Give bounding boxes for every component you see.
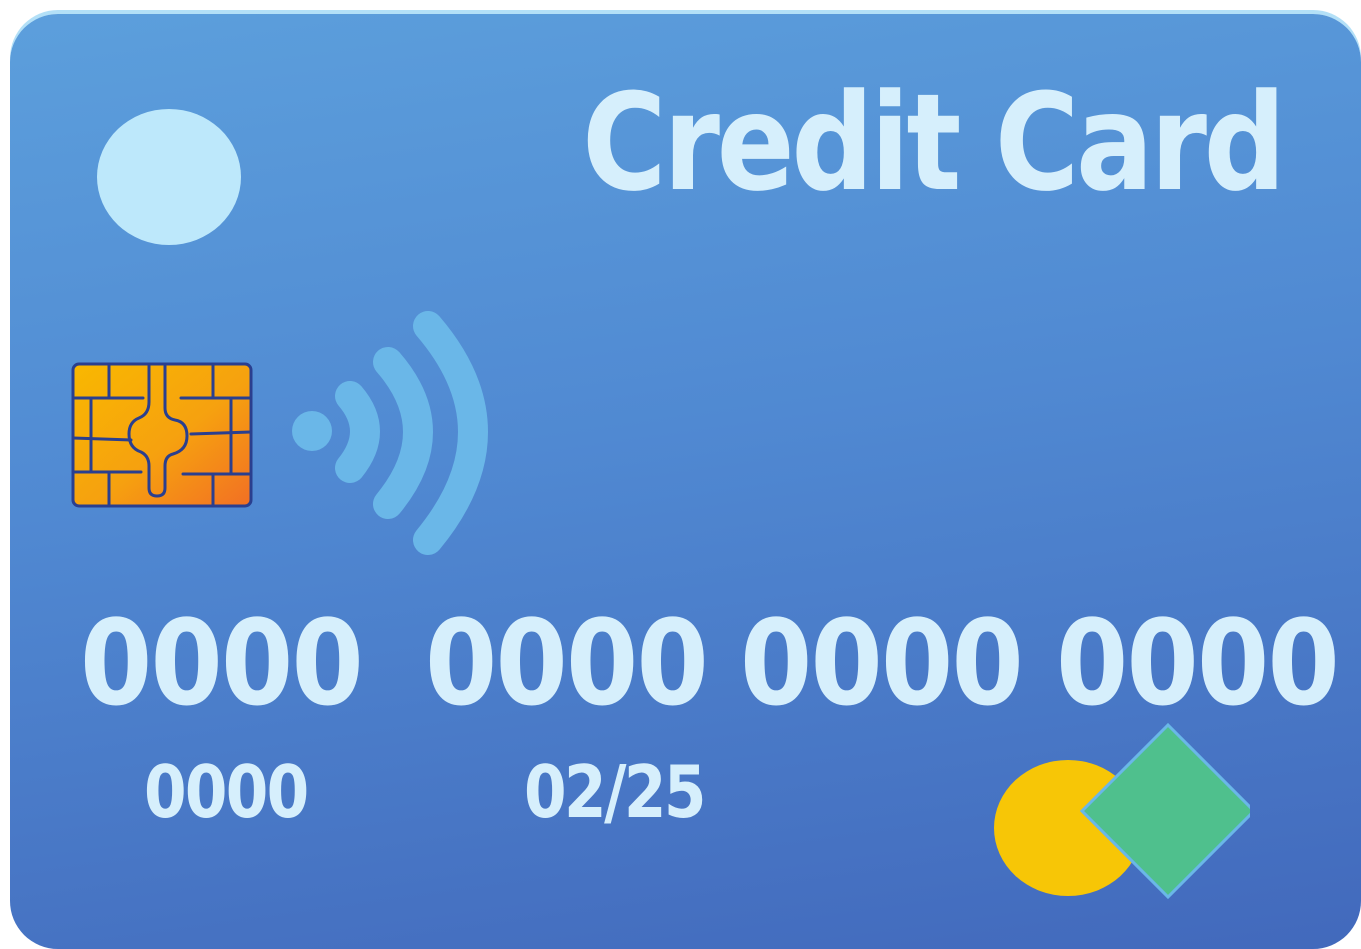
issuer-logo-dot <box>97 109 241 245</box>
card-title: Credit Card <box>582 65 1286 221</box>
card-number-group-3: 0000 <box>740 594 1024 732</box>
card-small-code: 0000 <box>144 750 309 834</box>
card-number-group-4: 0000 <box>1056 594 1340 732</box>
contactless-icon <box>292 311 488 555</box>
emv-chip-icon <box>71 362 253 508</box>
card-number-group-1: 0000 <box>80 594 364 732</box>
card-number-group-2: 0000 <box>425 594 709 732</box>
card-number: 0000 0000 0000 0000 <box>10 604 1361 724</box>
expiry-date: 02/25 <box>524 750 706 834</box>
card-brand-logo <box>994 722 1250 900</box>
credit-card: Credit Card 0000 0000 0000 0000 0000 02/… <box>10 14 1361 949</box>
